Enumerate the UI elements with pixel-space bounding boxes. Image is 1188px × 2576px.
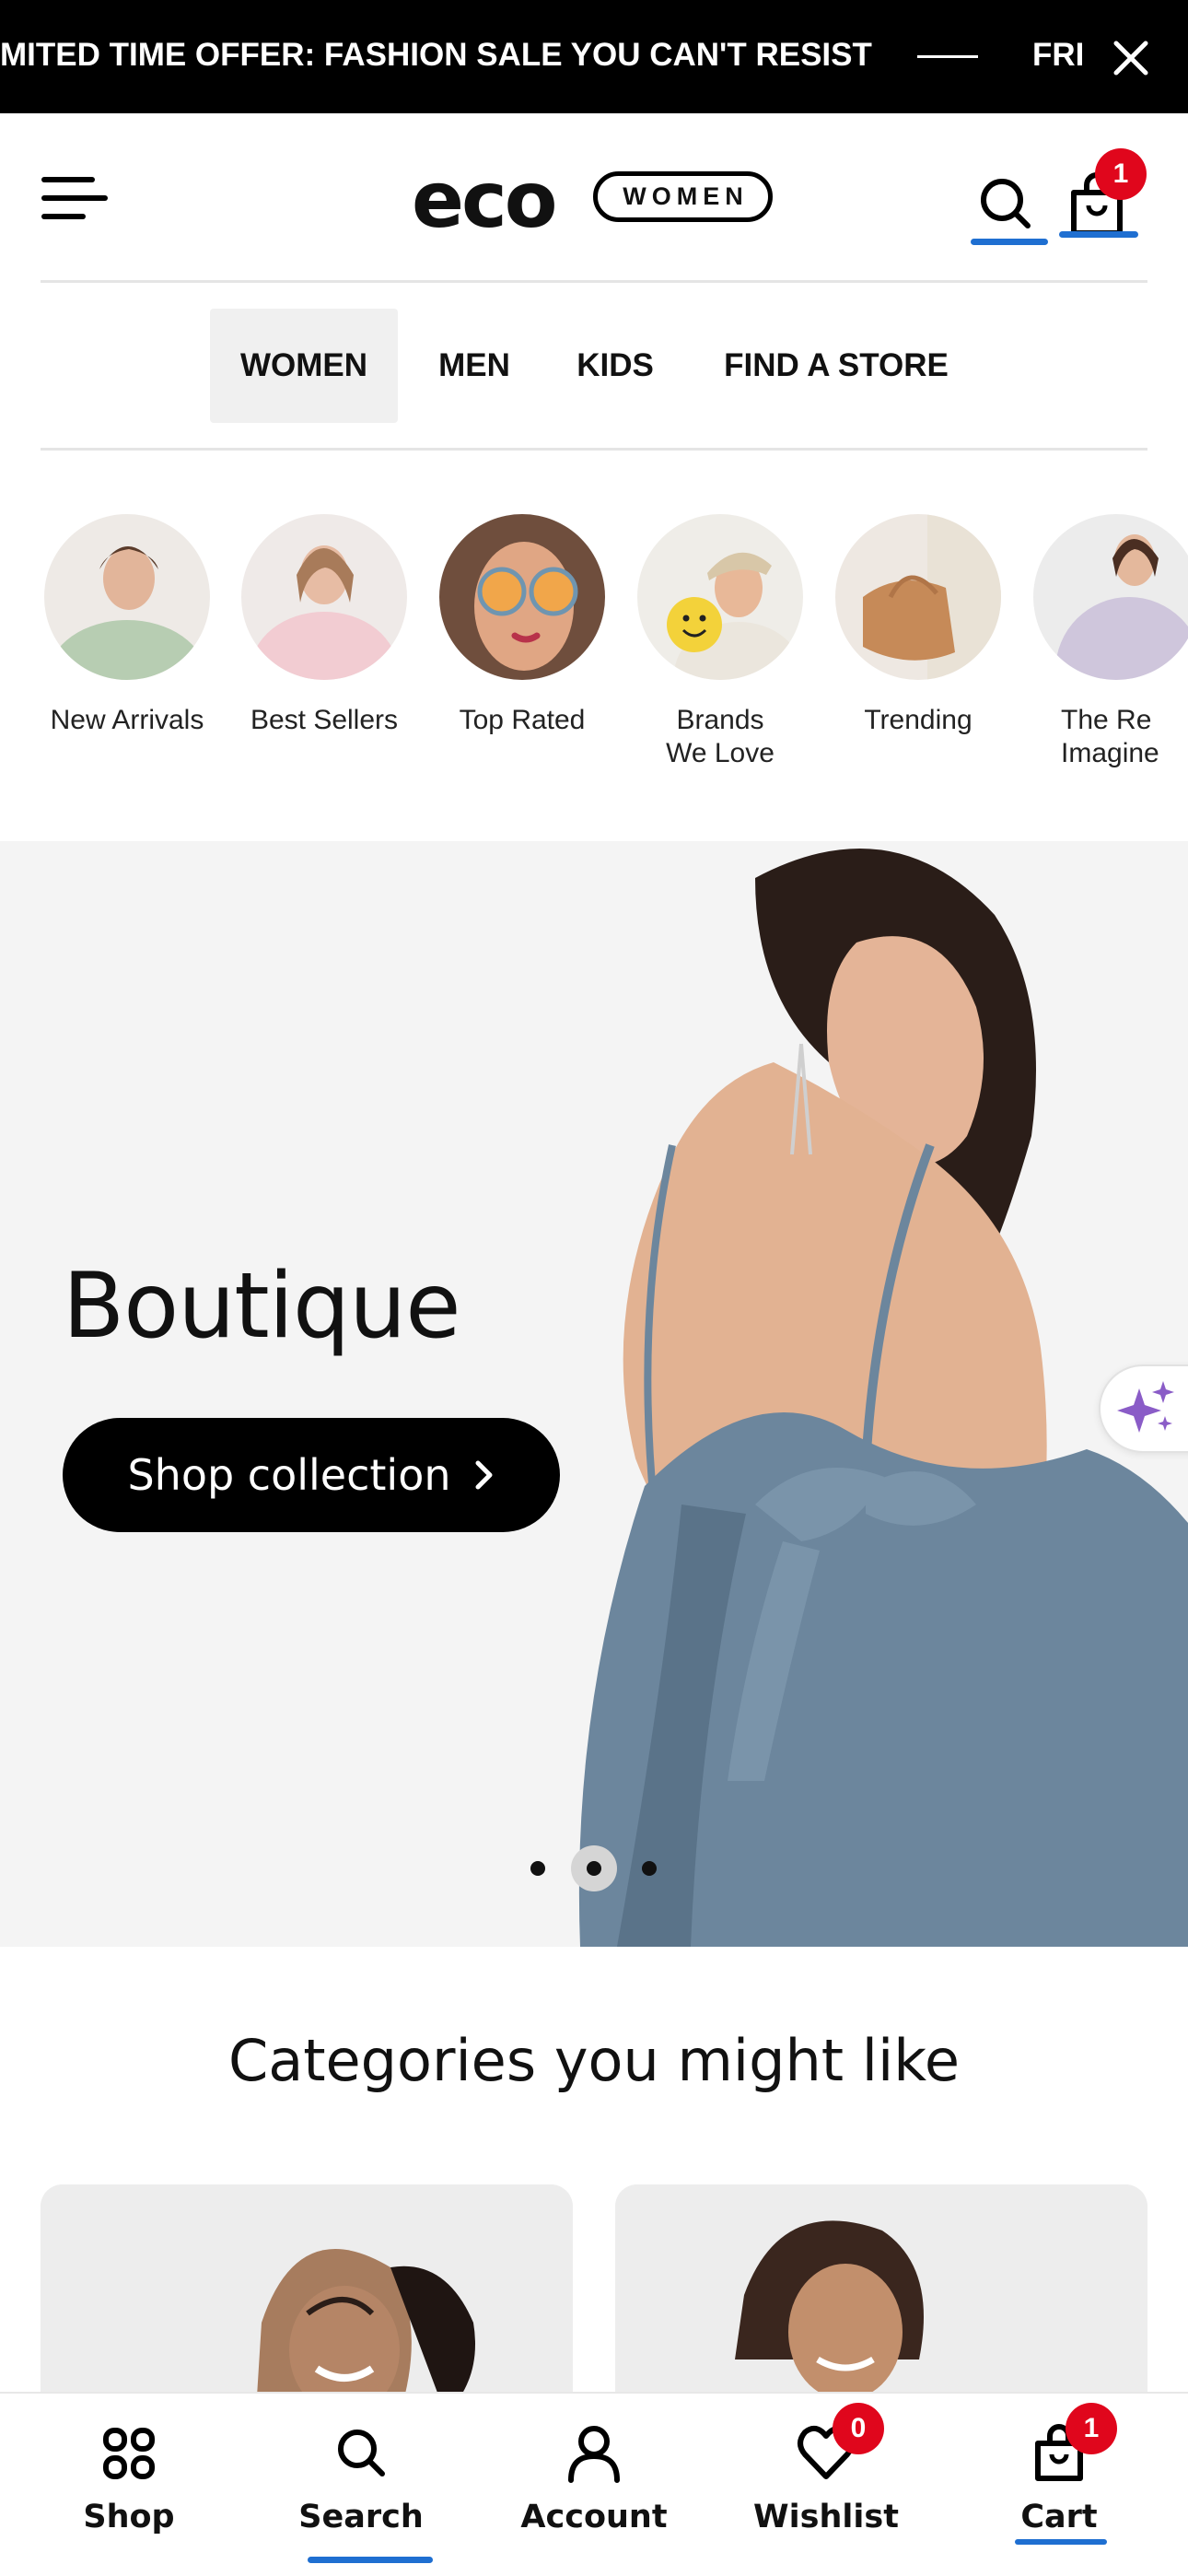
story-the-reimagined[interactable]: The Re Imagine <box>1024 514 1188 770</box>
tab-icon-wrap <box>562 2421 626 2486</box>
shop-collection-button[interactable]: Shop collection <box>63 1418 560 1532</box>
story-trending[interactable]: Trending <box>826 514 1010 737</box>
shop-collection-label: Shop collection <box>127 1450 451 1500</box>
tab-icon-wrap <box>97 2421 161 2486</box>
ai-assistant-button[interactable] <box>1099 1364 1188 1453</box>
tab-cart[interactable]: 1 Cart <box>967 2403 1151 2550</box>
story-top-rated[interactable]: Top Rated <box>430 514 614 737</box>
logo-department-tag: WOMEN <box>593 171 773 222</box>
cart-count-badge: 1 <box>1095 148 1147 200</box>
tab-wishlist[interactable]: 0 Wishlist <box>734 2403 918 2550</box>
tab-women[interactable]: WOMEN <box>210 309 398 423</box>
department-nav: WOMEN MEN KIDS FIND A STORE <box>0 283 1188 449</box>
tab-label: Cart <box>1020 2499 1098 2535</box>
story-carousel: New Arrivals Best Sellers Top Rated Bran… <box>0 451 1188 838</box>
story-label: The Re Imagine <box>1061 705 1159 768</box>
story-image <box>241 514 407 680</box>
story-best-sellers[interactable]: Best Sellers <box>232 514 416 737</box>
story-image <box>835 514 1001 680</box>
carousel-dot[interactable] <box>642 1861 657 1876</box>
chevron-right-icon <box>475 1460 493 1490</box>
site-header: eco WOMEN 1 <box>0 113 1188 281</box>
tab-label: Shop <box>83 2499 175 2535</box>
story-image <box>439 514 605 680</box>
story-label: New Arrivals <box>50 705 204 735</box>
promo-divider <box>917 55 978 58</box>
search-icon <box>338 2430 385 2476</box>
story-image <box>637 514 803 680</box>
hero-model-image <box>0 841 1188 1947</box>
hamburger-icon <box>41 177 108 219</box>
header-search-button[interactable] <box>967 159 1044 252</box>
logo-wordmark: eco <box>412 155 557 245</box>
tab-men[interactable]: MEN <box>424 309 525 423</box>
brand-logo[interactable]: eco WOMEN <box>412 161 776 239</box>
hero-title: Boutique <box>63 1254 461 1359</box>
tab-search[interactable]: Search <box>269 2421 453 2550</box>
story-label: Top Rated <box>459 705 586 735</box>
person-icon <box>568 2426 620 2483</box>
tab-label: Account <box>520 2499 668 2535</box>
tab-icon-wrap <box>329 2421 393 2486</box>
wishlist-count-badge: 0 <box>833 2403 884 2454</box>
story-image <box>44 514 210 680</box>
tab-label: Wishlist <box>753 2499 899 2535</box>
search-icon <box>981 179 1031 228</box>
story-label: Brands We Love <box>666 705 775 768</box>
tab-kids[interactable]: KIDS <box>562 309 669 423</box>
bottom-tab-bar: Shop Search Account 0 Wishlist 1 Cart <box>0 2392 1188 2576</box>
story-label: Trending <box>864 705 973 735</box>
tab-shop[interactable]: Shop <box>37 2421 221 2550</box>
sparkles-icon <box>1117 1381 1174 1433</box>
story-new-arrivals[interactable]: New Arrivals <box>35 514 219 737</box>
search-active-indicator <box>971 239 1048 245</box>
nav-divider <box>41 448 1147 451</box>
tab-label: Search <box>298 2499 424 2535</box>
tab-icon-wrap: 1 <box>1027 2403 1117 2486</box>
carousel-dots <box>525 1845 663 1891</box>
tab-account[interactable]: Account <box>502 2421 686 2550</box>
menu-button[interactable] <box>41 174 109 222</box>
tab-find-a-store[interactable]: FIND A STORE <box>709 309 963 423</box>
header-cart-button[interactable]: 1 <box>1059 148 1147 252</box>
cart-tab-count-badge: 1 <box>1066 2403 1117 2454</box>
promo-banner: MITED TIME OFFER: FASHION SALE YOU CAN'T… <box>0 0 1188 113</box>
hero-banner[interactable]: Boutique Shop collection <box>0 841 1188 1947</box>
carousel-dot[interactable] <box>530 1861 545 1876</box>
categories-title: Categories you might like <box>227 2027 961 2094</box>
search-tab-active-indicator <box>308 2557 433 2563</box>
cart-tab-active-indicator <box>1015 2539 1107 2545</box>
story-label: Best Sellers <box>250 705 399 735</box>
promo-next-text: FRI <box>1032 37 1082 73</box>
promo-text: MITED TIME OFFER: FASHION SALE YOU CAN'T… <box>0 37 872 73</box>
story-brands-we-love[interactable]: Brands We Love <box>628 514 812 770</box>
carousel-dot <box>587 1861 601 1876</box>
grid-icon <box>103 2428 155 2479</box>
close-promo-button[interactable] <box>1105 35 1157 81</box>
story-image <box>1033 514 1188 680</box>
close-icon <box>1113 41 1148 76</box>
tab-icon-wrap: 0 <box>794 2403 884 2486</box>
cart-active-indicator <box>1059 231 1138 238</box>
